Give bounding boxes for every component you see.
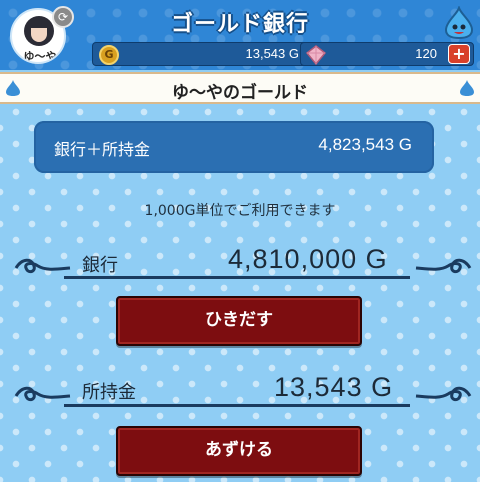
wallet-label: 所持金 xyxy=(82,382,136,403)
gold-amount: 13,543 G xyxy=(245,46,300,61)
gem-icon xyxy=(305,45,327,65)
withdraw-button[interactable]: ひきだす xyxy=(116,296,362,346)
gold-counter: G 13,543 G xyxy=(92,42,310,66)
total-value: 4,823,543 G xyxy=(318,135,412,154)
bank-label: 銀行 xyxy=(82,255,118,276)
player-avatar[interactable]: ゆ～や ⟳ xyxy=(10,6,74,68)
unit-note: 1,000G単位でご利用できます xyxy=(144,203,336,219)
avatar-portrait xyxy=(24,16,54,46)
avatar-name: ゆ～や xyxy=(23,50,57,63)
flourish-left-icon xyxy=(14,258,71,274)
total-label: 銀行＋所持金 xyxy=(54,140,151,159)
header-bar: ゴールド銀行 ゆ～や ⟳ G 13,543 G 120 + xyxy=(0,0,480,70)
deposit-button[interactable]: あずける xyxy=(116,426,362,476)
slime-icon xyxy=(444,6,474,40)
gold-coin-icon: G xyxy=(99,45,119,65)
swap-icon[interactable]: ⟳ xyxy=(52,6,74,28)
flourish-left-icon xyxy=(14,386,71,402)
wallet-underline xyxy=(64,404,410,407)
gem-amount: 120 xyxy=(415,46,437,61)
add-gems-button[interactable]: + xyxy=(448,44,470,64)
banner-slime-icon xyxy=(460,80,474,96)
bank-value: 4,810,000 G xyxy=(228,244,388,274)
bank-underline xyxy=(64,276,410,279)
total-gold-panel: 銀行＋所持金 4,823,543 G xyxy=(34,121,434,173)
flourish-right-icon xyxy=(415,386,472,402)
gem-counter: 120 + xyxy=(300,42,474,66)
section-title: ゆ～やのゴールド xyxy=(172,83,308,103)
section-banner: ゆ～やのゴールド xyxy=(0,72,480,104)
flourish-right-icon xyxy=(415,258,472,274)
wallet-value: 13,543 G xyxy=(274,372,394,402)
